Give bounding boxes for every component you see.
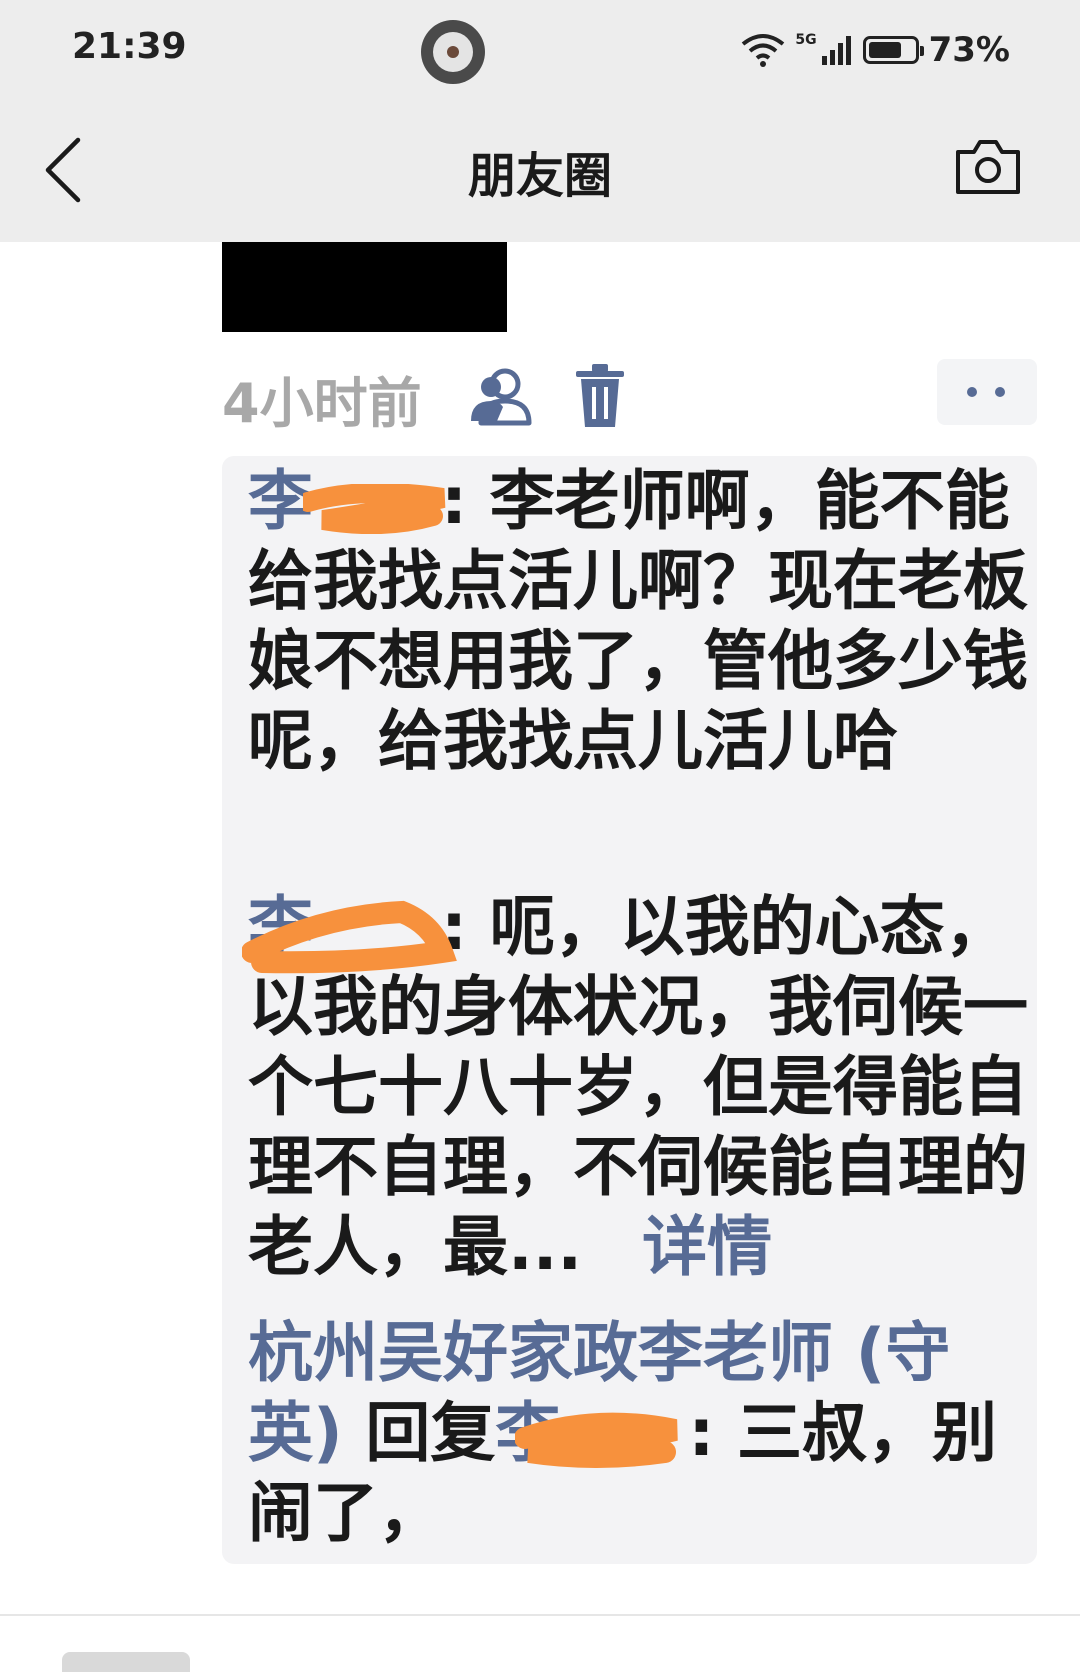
detail-link[interactable]: 详情 — [642, 1210, 772, 1285]
status-time: 21:39 — [72, 26, 187, 67]
commenter-name[interactable]: 李 — [242, 890, 457, 974]
battery-icon — [862, 36, 924, 64]
camera-indicator-icon — [421, 20, 485, 84]
camera-icon[interactable] — [954, 136, 1022, 198]
feed-divider — [0, 1614, 1080, 1616]
comments-section: 李: 李老师啊，能不能给我找点活儿啊？现在老板娘不想用我了，管他多少钱呢，给我找… — [222, 456, 1037, 1564]
redaction-scribble — [303, 484, 446, 534]
post-time: 4小时前 — [222, 372, 422, 435]
more-dots-icon[interactable] — [937, 359, 1037, 425]
network-type: 5G — [795, 32, 817, 48]
status-bar: 21:39 5G 73% — [0, 0, 1080, 100]
reply-to-name[interactable]: 李 — [495, 1396, 688, 1471]
comment-item[interactable]: 杭州吴好家政李老师 (守英) 回复李: 三叔，别闹了， — [248, 1314, 1038, 1554]
contacts-icon — [471, 368, 532, 426]
nav-bar: 朋友圈 — [0, 100, 1080, 242]
wifi-icon — [742, 34, 785, 67]
comment-item[interactable]: 李: 李老师啊，能不能给我找点活儿啊？现在老板娘不想用我了，管他多少钱呢，给我找… — [248, 462, 1038, 782]
page-title: 朋友圈 — [467, 148, 612, 204]
status-indicators: 5G 73% — [741, 30, 1010, 70]
reply-word: 回复 — [342, 1396, 496, 1471]
post-meta: 4小时前 — [222, 355, 1037, 435]
commenter-name[interactable]: 李 — [248, 464, 446, 539]
comment-item[interactable]: 李: 呃，以我的心态，以我的身体状况，我伺候一个七十八十岁，但是得能自理不自理，… — [242, 888, 1038, 1288]
signal-icon — [821, 36, 851, 65]
next-post-avatar[interactable] — [62, 1652, 190, 1672]
trash-icon[interactable] — [574, 363, 626, 429]
battery-percent: 73% — [928, 30, 1010, 70]
redacted-post-content — [222, 242, 507, 332]
